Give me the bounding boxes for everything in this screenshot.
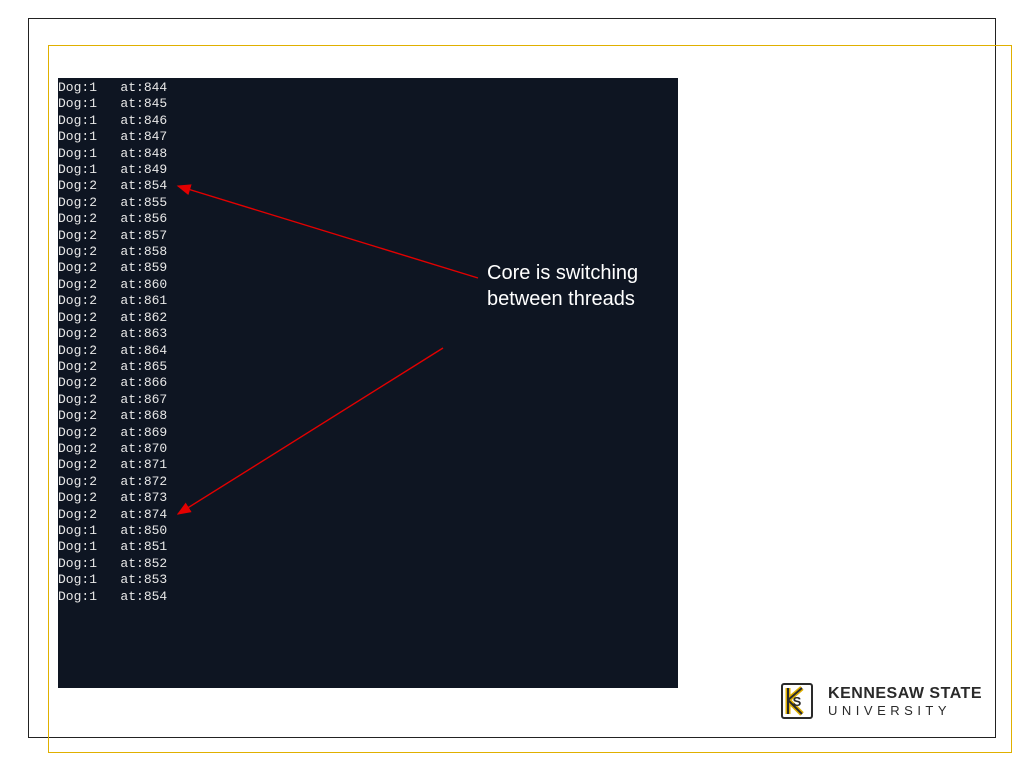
console-line: Dog:2 at:872	[58, 474, 678, 490]
console-line: Dog:2 at:874	[58, 507, 678, 523]
console-line: Dog:1 at:852	[58, 556, 678, 572]
console-line: Dog:2 at:862	[58, 310, 678, 326]
console-line: Dog:2 at:866	[58, 375, 678, 391]
console-line: Dog:1 at:845	[58, 96, 678, 112]
console-line: Dog:2 at:863	[58, 326, 678, 342]
console-line: Dog:2 at:855	[58, 195, 678, 211]
console-line: Dog:1 at:849	[58, 162, 678, 178]
console-line: Dog:1 at:846	[58, 113, 678, 129]
console-line: Dog:1 at:850	[58, 523, 678, 539]
console-output: Dog:1 at:844Dog:1 at:845Dog:1 at:846Dog:…	[58, 78, 678, 688]
console-line: Dog:1 at:848	[58, 146, 678, 162]
logo-mark: S	[776, 680, 818, 722]
console-line: Dog:2 at:865	[58, 359, 678, 375]
annotation-text: Core is switching between threads	[487, 260, 667, 312]
logo-text-bottom: UNIVERSITY	[828, 704, 982, 717]
console-line: Dog:1 at:853	[58, 572, 678, 588]
console-line: Dog:2 at:871	[58, 457, 678, 473]
console-line: Dog:2 at:869	[58, 425, 678, 441]
svg-text:S: S	[793, 694, 802, 709]
university-logo: S KENNESAW STATE UNIVERSITY	[776, 680, 982, 722]
console-line: Dog:2 at:857	[58, 228, 678, 244]
console-line: Dog:2 at:870	[58, 441, 678, 457]
console-line: Dog:1 at:844	[58, 80, 678, 96]
console-line: Dog:2 at:854	[58, 178, 678, 194]
logo-text-top: KENNESAW STATE	[828, 686, 982, 702]
console-line: Dog:2 at:867	[58, 392, 678, 408]
logo-text: KENNESAW STATE UNIVERSITY	[828, 686, 982, 717]
console-line: Dog:1 at:847	[58, 129, 678, 145]
console-line: Dog:1 at:851	[58, 539, 678, 555]
console-line: Dog:2 at:856	[58, 211, 678, 227]
console-line: Dog:2 at:868	[58, 408, 678, 424]
console-line: Dog:2 at:873	[58, 490, 678, 506]
console-line: Dog:2 at:864	[58, 343, 678, 359]
console-line: Dog:1 at:854	[58, 589, 678, 605]
console-line: Dog:2 at:858	[58, 244, 678, 260]
